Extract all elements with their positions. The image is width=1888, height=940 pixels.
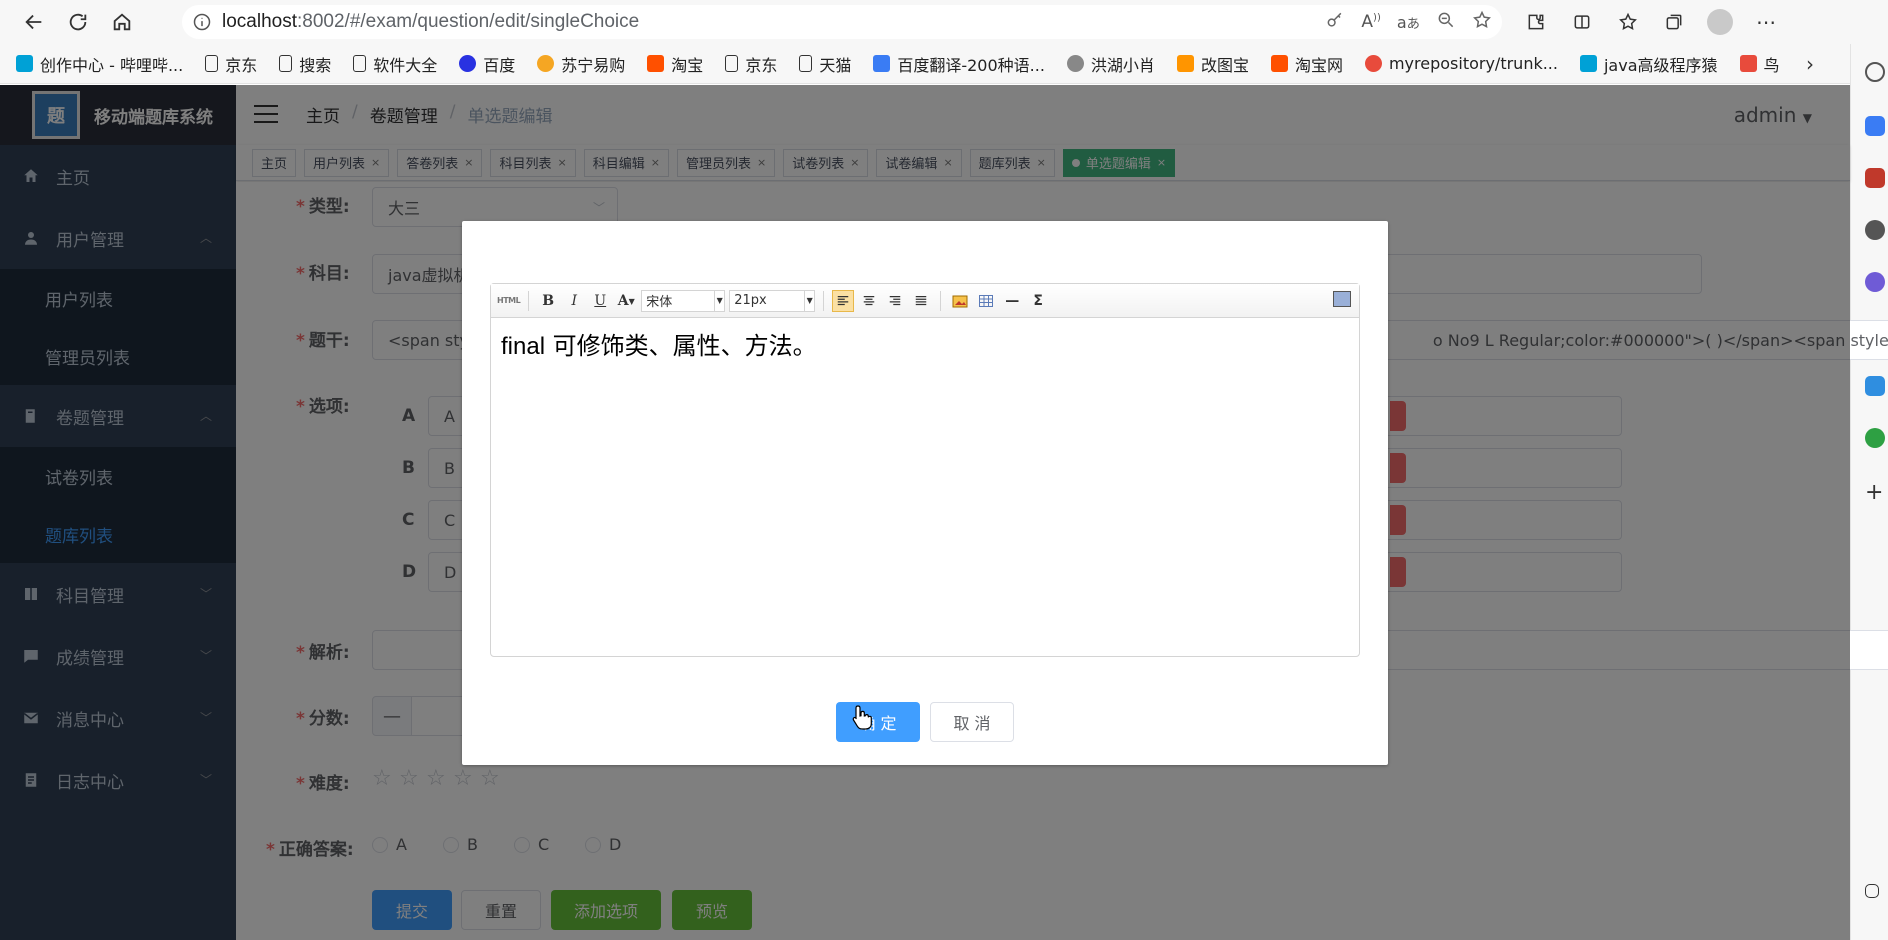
add-icon[interactable]: + — [1865, 480, 1885, 505]
italic-icon[interactable]: I — [563, 290, 585, 312]
gaitubao-icon — [1176, 55, 1194, 72]
favorites-icon[interactable] — [1612, 6, 1644, 38]
favorite-add-icon[interactable] — [1472, 10, 1492, 34]
split-screen-icon[interactable] — [1566, 6, 1598, 38]
fullscreen-icon[interactable] — [1333, 291, 1351, 307]
people-icon[interactable] — [1865, 220, 1885, 240]
bookmark-item[interactable]: 京东 — [725, 52, 777, 76]
url-host: localhost — [222, 11, 297, 32]
sidebar-toggle-icon[interactable] — [1865, 884, 1879, 898]
copilot-icon[interactable] — [1865, 272, 1885, 292]
send-icon[interactable] — [1865, 376, 1885, 396]
bookmark-item[interactable]: 改图宝 — [1176, 52, 1249, 76]
bookmark-item[interactable]: java高级程序猿 — [1579, 52, 1718, 76]
bold-icon[interactable]: B — [537, 290, 559, 312]
more-icon[interactable]: ⋯ — [1750, 6, 1782, 38]
info-icon[interactable] — [182, 12, 222, 32]
bilibili-icon — [16, 55, 33, 72]
bookmark-item[interactable]: 鸟 — [1739, 52, 1780, 76]
edge-sidebar: + — [1850, 44, 1888, 940]
read-aloud-icon[interactable]: A)) — [1361, 12, 1380, 32]
address-bar[interactable]: localhost:8002/#/exam/question/edit/sing… — [182, 5, 1502, 39]
taobao-icon — [647, 55, 665, 72]
bird-icon — [1739, 55, 1757, 72]
page-icon — [725, 55, 739, 72]
horizontal-rule-icon[interactable]: — — [1001, 290, 1023, 312]
page-icon — [205, 55, 219, 72]
translate-icon[interactable]: aあ — [1397, 13, 1420, 32]
table-icon[interactable] — [975, 290, 997, 312]
bookmark-item[interactable]: myrepository/trunk... — [1364, 54, 1558, 73]
font-size-select[interactable]: 21px ▼ — [729, 289, 816, 312]
page-icon — [353, 55, 367, 72]
align-justify-icon[interactable] — [910, 290, 932, 312]
align-center-icon[interactable] — [858, 290, 880, 312]
page-icon — [799, 55, 813, 72]
bird-icon — [1066, 55, 1084, 72]
collections-icon[interactable] — [1658, 6, 1690, 38]
bookmark-item[interactable]: 淘宝 — [647, 52, 703, 76]
tree-icon[interactable] — [1865, 428, 1885, 448]
font-color-icon[interactable]: A ▼ — [615, 290, 637, 312]
editor-dialog: HTML B I U A ▼ 宋体 ▼ 21px ▼ — Σ final 可修饰类、属… — [462, 221, 1388, 765]
bookmarks-bar: 创作中心 - 哔哩哔... 京东 搜索 软件大全 百度 苏宁易购 淘宝 京东 天… — [0, 44, 1888, 84]
confirm-button[interactable]: 确 定 — [836, 702, 920, 742]
image-icon[interactable] — [949, 290, 971, 312]
zoom-out-icon[interactable] — [1436, 10, 1456, 34]
taobao-icon — [1270, 55, 1288, 72]
back-icon[interactable] — [12, 0, 56, 44]
html-source-icon[interactable]: HTML — [497, 290, 521, 312]
editor-toolbar: HTML B I U A ▼ 宋体 ▼ 21px ▼ — Σ — [491, 284, 1359, 318]
extensions-icon[interactable] — [1520, 6, 1552, 38]
search-icon[interactable] — [1865, 62, 1885, 82]
page-icon — [279, 55, 293, 72]
align-left-icon[interactable] — [832, 289, 855, 312]
refresh-icon[interactable] — [56, 0, 100, 44]
tools-icon[interactable] — [1865, 168, 1885, 188]
formula-icon[interactable]: Σ — [1027, 290, 1049, 312]
baidu-translate-icon — [873, 55, 891, 72]
rich-text-editor: HTML B I U A ▼ 宋体 ▼ 21px ▼ — Σ final 可修饰类、属… — [490, 283, 1360, 657]
bookmark-item[interactable]: 搜索 — [279, 52, 331, 76]
bookmark-item[interactable]: 苏宁易购 — [537, 52, 625, 76]
bilibili-icon — [1579, 55, 1597, 72]
align-right-icon[interactable] — [884, 290, 906, 312]
key-icon[interactable] — [1325, 10, 1345, 34]
cancel-button[interactable]: 取 消 — [930, 702, 1014, 742]
font-family-select[interactable]: 宋体 ▼ — [641, 289, 726, 312]
chevron-right-icon[interactable]: › — [1806, 52, 1814, 76]
underline-icon[interactable]: U — [589, 290, 611, 312]
bookmark-item[interactable]: 天猫 — [799, 52, 851, 76]
profile-avatar[interactable] — [1704, 6, 1736, 38]
chrome-icon — [1364, 55, 1382, 72]
shopping-icon[interactable] — [1865, 116, 1885, 136]
bookmark-item[interactable]: 淘宝网 — [1270, 52, 1343, 76]
bookmark-item[interactable]: 百度 — [459, 52, 515, 76]
home-icon[interactable] — [100, 0, 144, 44]
bookmark-item[interactable]: 京东 — [205, 52, 257, 76]
hand-cursor-icon — [852, 705, 872, 730]
url-path: :8002/#/exam/question/edit/singleChoice — [297, 11, 640, 32]
bookmark-item[interactable]: 百度翻译-200种语... — [873, 52, 1045, 76]
suning-icon — [537, 55, 555, 72]
baidu-icon — [459, 55, 477, 72]
editor-content[interactable]: final 可修饰类、属性、方法。 — [491, 318, 1359, 369]
bookmark-item[interactable]: 软件大全 — [353, 52, 437, 76]
bookmark-item[interactable]: 洪湖小肖 — [1066, 52, 1155, 76]
bookmark-item[interactable]: 创作中心 - 哔哩哔... — [16, 52, 183, 76]
